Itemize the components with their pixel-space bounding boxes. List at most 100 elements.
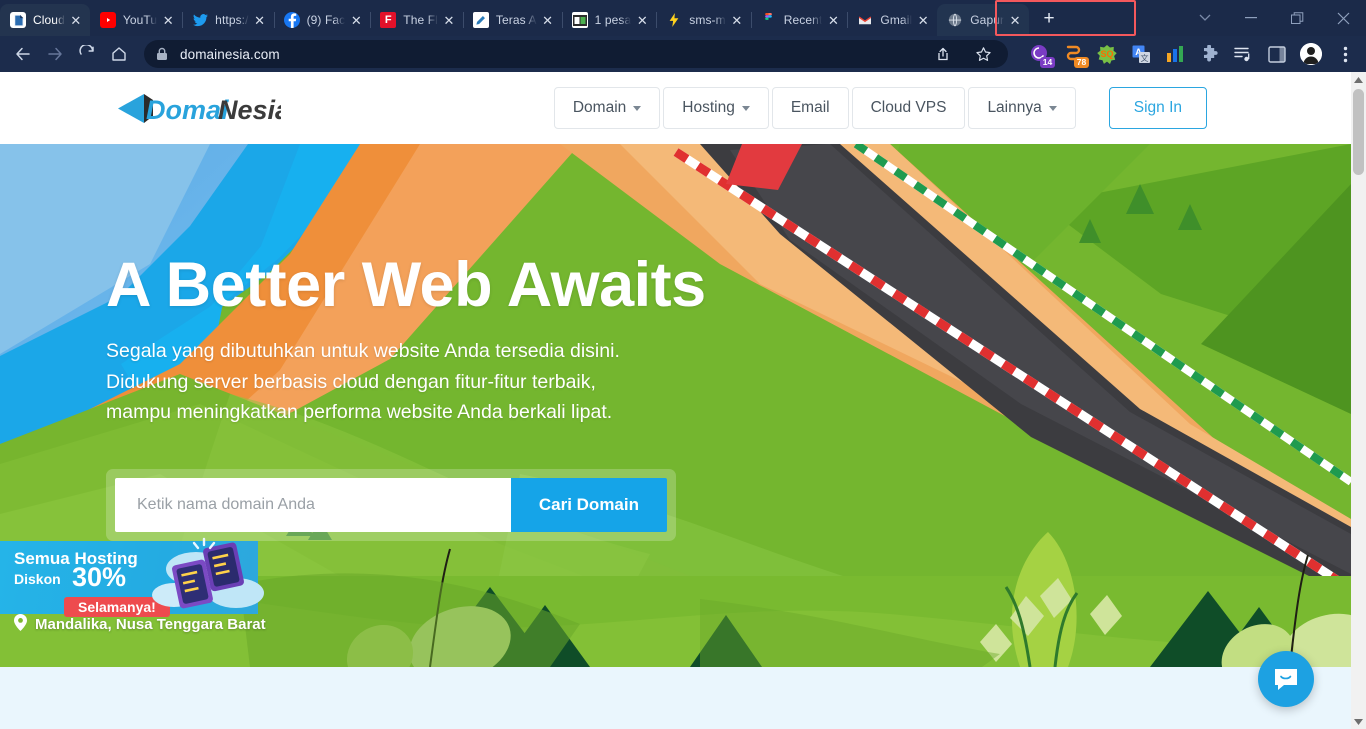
scroll-up-arrow[interactable] xyxy=(1351,72,1366,87)
tab-youtube[interactable]: YouTu ✕ xyxy=(90,4,184,36)
nav-label: Lainnya xyxy=(987,99,1042,116)
reading-list-icon[interactable] xyxy=(1230,41,1256,67)
tab-figma[interactable]: Recent ✕ xyxy=(751,4,849,36)
cari-domain-button[interactable]: Cari Domain xyxy=(510,478,667,532)
lock-icon xyxy=(156,47,170,61)
side-panel-icon[interactable] xyxy=(1264,41,1290,67)
location-label: Mandalika, Nusa Tenggara Barat xyxy=(0,614,266,635)
tab-list: Cloud ✕ YouTu ✕ https:/ ✕ (9) Fac ✕ F Th… xyxy=(0,0,1063,36)
star-icon[interactable] xyxy=(970,41,996,67)
tab-close-button[interactable]: ✕ xyxy=(348,12,364,28)
sq-extension-icon[interactable]: SQ xyxy=(1094,41,1120,67)
tab-close-button[interactable]: ✕ xyxy=(729,12,745,28)
translate-extension-icon[interactable]: A文 xyxy=(1128,41,1154,67)
restore-button[interactable] xyxy=(1274,2,1320,34)
tab-close-button[interactable]: ✕ xyxy=(160,12,176,28)
tab-strip: Cloud ✕ YouTu ✕ https:/ ✕ (9) Fac ✕ F Th… xyxy=(0,0,1366,36)
avatar[interactable] xyxy=(1298,41,1324,67)
tab-close-button[interactable]: ✕ xyxy=(1007,12,1023,28)
page-viewport: Domai Nesia Domain Hosting Email xyxy=(0,72,1366,729)
chevron-down-icon xyxy=(741,105,750,111)
browser-window: Cloud ✕ YouTu ✕ https:/ ✕ (9) Fac ✕ F Th… xyxy=(0,0,1366,729)
tab-label: The Fl xyxy=(403,13,438,27)
figma-icon xyxy=(761,12,777,28)
hero-subtitle-line-3: mampu meningkatkan performa website Anda… xyxy=(106,400,613,423)
share-icon[interactable] xyxy=(930,41,956,67)
gmail-icon xyxy=(857,12,874,28)
scroll-down-arrow[interactable] xyxy=(1351,714,1366,729)
tab-label: Gapur xyxy=(970,13,1005,27)
location-text: Mandalika, Nusa Tenggara Barat xyxy=(35,616,266,633)
svg-text:文: 文 xyxy=(1140,53,1148,63)
extension-badge: 14 xyxy=(1040,57,1055,68)
tab-label: Gmail xyxy=(880,13,913,27)
tab-cloud[interactable]: Cloud ✕ xyxy=(0,4,90,36)
tab-close-button[interactable]: ✕ xyxy=(68,12,84,28)
tab-close-button[interactable]: ✕ xyxy=(252,12,268,28)
tab-sms[interactable]: sms-m ✕ xyxy=(656,4,752,36)
promo-discount-label: Diskon xyxy=(14,571,61,587)
nav-item-domain[interactable]: Domain xyxy=(553,87,661,129)
tab-flaticon[interactable]: F The Fl ✕ xyxy=(370,4,464,36)
grammarly-extension-icon[interactable]: 14 xyxy=(1026,41,1055,68)
youtube-icon xyxy=(99,12,116,28)
tab-close-button[interactable]: ✕ xyxy=(540,12,556,28)
nav-label: Hosting xyxy=(682,99,735,116)
nav-item-cloud-vps[interactable]: Cloud VPS xyxy=(851,87,966,129)
hero-subtitle: Segala yang dibutuhkan untuk website And… xyxy=(106,336,806,427)
back-button[interactable] xyxy=(8,39,38,69)
tab-close-button[interactable]: ✕ xyxy=(915,12,931,28)
scrollbar-thumb[interactable] xyxy=(1353,89,1364,175)
tab-label: Recent xyxy=(783,13,823,27)
tab-search-chevron-icon[interactable] xyxy=(1182,2,1228,34)
nav-item-lainnya[interactable]: Lainnya xyxy=(968,87,1076,129)
tab-label: YouTu xyxy=(122,13,158,27)
domainesia-logo[interactable]: Domai Nesia xyxy=(116,86,281,130)
browser-toolbar: domainesia.com 14 78 SQ A 文 xyxy=(0,36,1366,72)
site-nav: Domain Hosting Email Cloud VPS Lainnya S… xyxy=(553,87,1323,129)
hero-subtitle-line-1: Segala yang dibutuhkan untuk website And… xyxy=(106,340,620,363)
tab-gapura[interactable]: Gapur ✕ xyxy=(937,4,1030,36)
tab-close-button[interactable]: ✕ xyxy=(825,12,841,28)
tab-label: sms-m xyxy=(689,13,726,27)
domain-search-box: Cari Domain xyxy=(106,469,676,541)
hero-section: A Better Web Awaits Segala yang dibutuhk… xyxy=(0,144,1351,667)
cloud-document-icon xyxy=(10,12,26,28)
reload-button[interactable] xyxy=(72,39,102,69)
domainesia-homepage: Domai Nesia Domain Hosting Email xyxy=(0,72,1351,729)
tab-label: 1 pesa xyxy=(594,13,632,27)
tab-gmail[interactable]: Gmail ✕ xyxy=(847,4,939,36)
analytics-extension-icon[interactable] xyxy=(1162,41,1188,67)
new-tab-button[interactable]: + xyxy=(1035,5,1063,33)
close-button[interactable] xyxy=(1320,2,1366,34)
window-controls xyxy=(1182,0,1366,36)
twitter-icon xyxy=(192,12,208,28)
nav-label: Domain xyxy=(572,99,627,116)
promo-banner[interactable]: Semua Hosting Diskon 30% Selamanya! xyxy=(0,537,264,617)
home-button[interactable] xyxy=(104,39,134,69)
domain-search-input[interactable] xyxy=(115,478,511,532)
nav-item-hosting[interactable]: Hosting xyxy=(663,87,769,129)
sign-in-button[interactable]: Sign In xyxy=(1108,87,1207,129)
notification-extension-icon[interactable]: 78 xyxy=(1060,41,1089,68)
three-dot-menu-icon[interactable] xyxy=(1332,41,1358,67)
nav-label: Cloud VPS xyxy=(870,99,947,116)
puzzle-extensions-icon[interactable] xyxy=(1196,41,1222,67)
nav-item-email[interactable]: Email xyxy=(771,87,849,129)
flaticon-icon: F xyxy=(380,12,397,28)
tab-teras[interactable]: Teras A ✕ xyxy=(463,4,563,36)
chat-bubble-smile-icon[interactable] xyxy=(1258,651,1314,707)
tab-twitter[interactable]: https:/ ✕ xyxy=(182,4,275,36)
page-scrollbar[interactable] xyxy=(1351,72,1366,729)
svg-text:SQ: SQ xyxy=(1100,49,1113,59)
minimize-button[interactable] xyxy=(1228,2,1274,34)
page-title: A Better Web Awaits xyxy=(106,250,706,320)
tab-pesan[interactable]: 1 pesa ✕ xyxy=(562,4,658,36)
address-bar[interactable]: domainesia.com xyxy=(144,40,1008,68)
blog-pen-icon xyxy=(472,12,489,28)
forward-button[interactable] xyxy=(40,39,70,69)
tab-facebook[interactable]: (9) Fac ✕ xyxy=(274,4,372,36)
extensions-area: 14 78 SQ A文 xyxy=(1026,41,1358,68)
tab-close-button[interactable]: ✕ xyxy=(634,12,650,28)
tab-close-button[interactable]: ✕ xyxy=(441,12,457,28)
